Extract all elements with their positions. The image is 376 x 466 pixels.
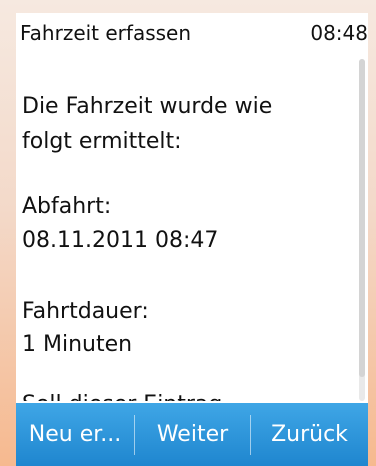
scrollbar[interactable] <box>359 59 365 401</box>
softkey-bar: Neu er... Weiter Zurück <box>16 403 368 466</box>
duration-label: Fahrtdauer: <box>22 299 149 324</box>
info-text-line-2: folgt ermittelt: <box>22 129 182 154</box>
phone-screen: Fahrzeit erfassen 08:48 Die Fahrzeit wur… <box>16 13 368 466</box>
scrollbar-thumb[interactable] <box>359 59 365 377</box>
duration-value: 1 Minuten <box>22 332 133 357</box>
content-area[interactable]: Die Fahrzeit wurde wie folgt ermittelt: … <box>16 53 356 401</box>
departure-value: 08.11.2011 08:47 <box>22 228 219 253</box>
app-title: Fahrzeit erfassen <box>20 21 192 45</box>
info-text-line-1: Die Fahrzeit wurde wie <box>22 94 273 119</box>
new-entry-button[interactable]: Neu er... <box>16 403 134 466</box>
confirm-question: Soll dieser Eintrag <box>22 392 222 401</box>
status-bar: Fahrzeit erfassen 08:48 <box>16 13 368 53</box>
next-button[interactable]: Weiter <box>135 403 250 466</box>
departure-label: Abfahrt: <box>22 194 112 219</box>
back-button[interactable]: Zurück <box>251 403 368 466</box>
clock: 08:48 <box>310 21 368 45</box>
